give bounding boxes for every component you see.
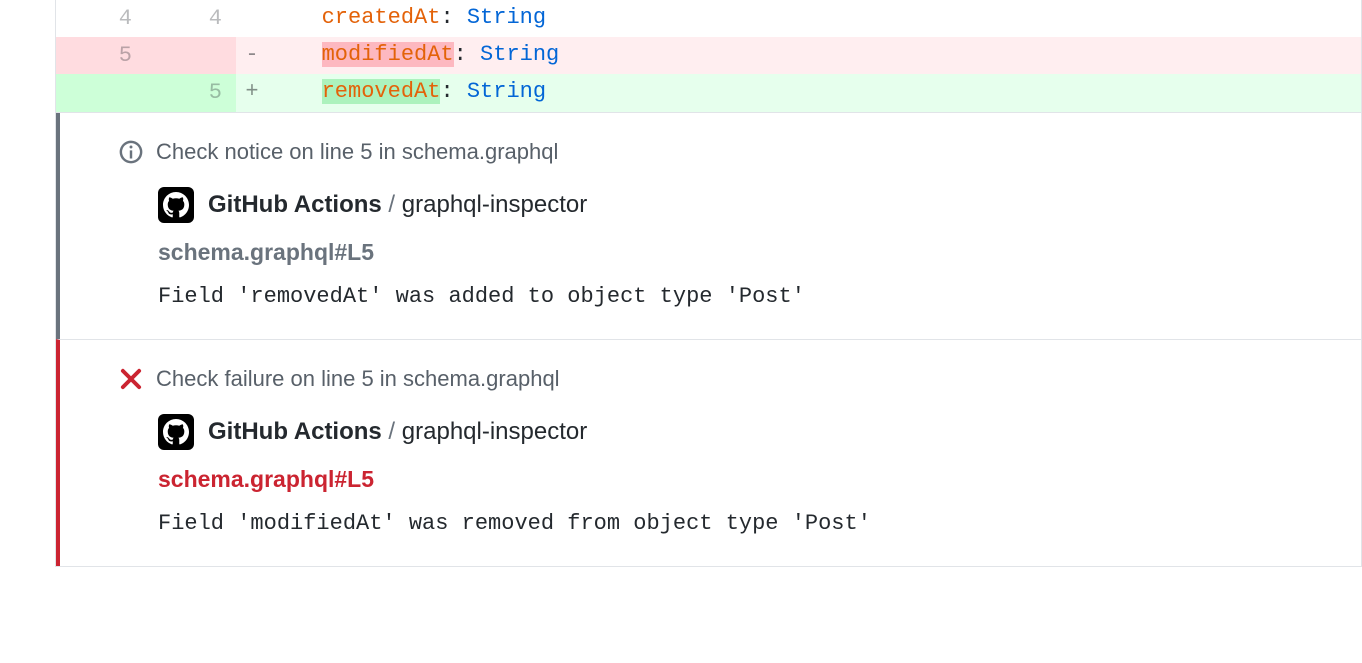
code-cell: createdAt: String [268, 0, 1361, 37]
check-annotation-notice: Check notice on line 5 in schema.graphql… [56, 113, 1361, 339]
code-cell: modifiedAt: String [268, 37, 1361, 74]
annotation-header: Check notice on line 5 in schema.graphql [118, 139, 1325, 165]
code-cell: removedAt: String [268, 74, 1361, 111]
annotation-header-text: Check notice on line 5 in schema.graphql [156, 139, 558, 165]
check-annotation-failure: Check failure on line 5 in schema.graphq… [56, 339, 1361, 566]
annotation-header: Check failure on line 5 in schema.graphq… [118, 366, 1325, 392]
indent [282, 5, 322, 30]
source-separator: / [382, 418, 402, 445]
colon: : [440, 5, 466, 30]
source-app: GitHub Actions [208, 418, 382, 445]
diff-marker: - [236, 37, 268, 74]
diff-row-deletion: 5 - modifiedAt: String [56, 37, 1361, 74]
annotations-container: Check notice on line 5 in schema.graphql… [56, 112, 1361, 567]
diff-marker: + [236, 74, 268, 111]
field-name: modifiedAt [322, 42, 454, 67]
annotation-header-text: Check failure on line 5 in schema.graphq… [156, 366, 560, 392]
diff-row: 4 4 createdAt: String [56, 0, 1361, 37]
annotation-source-line[interactable]: GitHub Actions / graphql-inspector [208, 191, 587, 219]
type-name: String [480, 42, 559, 67]
diff-table: 4 4 createdAt: String 5 - modifiedAt: St… [56, 0, 1361, 112]
github-icon [158, 414, 194, 450]
github-icon [158, 187, 194, 223]
old-line-number [56, 74, 146, 111]
source-app: GitHub Actions [208, 191, 382, 218]
annotation-location-link[interactable]: schema.graphql#L5 [158, 466, 1325, 493]
annotation-location-link[interactable]: schema.graphql#L5 [158, 239, 1325, 266]
colon: : [454, 42, 480, 67]
error-icon [118, 366, 144, 392]
old-line-number[interactable]: 5 [56, 37, 146, 74]
indent [282, 79, 322, 104]
colon: : [440, 79, 466, 104]
diff-marker [236, 0, 268, 37]
annotation-message: Field 'removedAt' was added to object ty… [158, 284, 1325, 309]
diff-row-addition: 5 + removedAt: String [56, 74, 1361, 111]
new-line-number[interactable]: 4 [146, 0, 236, 37]
source-check: graphql-inspector [402, 418, 587, 445]
annotation-source-line[interactable]: GitHub Actions / graphql-inspector [208, 418, 587, 446]
new-line-number [146, 37, 236, 74]
diff-panel: 4 4 createdAt: String 5 - modifiedAt: St… [55, 0, 1362, 567]
field-name: removedAt [322, 79, 441, 104]
source-check: graphql-inspector [402, 191, 587, 218]
type-name: String [467, 5, 546, 30]
annotation-source: GitHub Actions / graphql-inspector [158, 187, 1325, 223]
annotation-message: Field 'modifiedAt' was removed from obje… [158, 511, 1325, 536]
info-icon [118, 139, 144, 165]
annotation-source: GitHub Actions / graphql-inspector [158, 414, 1325, 450]
field-name: createdAt [322, 5, 441, 30]
source-separator: / [382, 191, 402, 218]
type-name: String [467, 79, 546, 104]
new-line-number[interactable]: 5 [146, 74, 236, 111]
indent [282, 42, 322, 67]
old-line-number[interactable]: 4 [56, 0, 146, 37]
